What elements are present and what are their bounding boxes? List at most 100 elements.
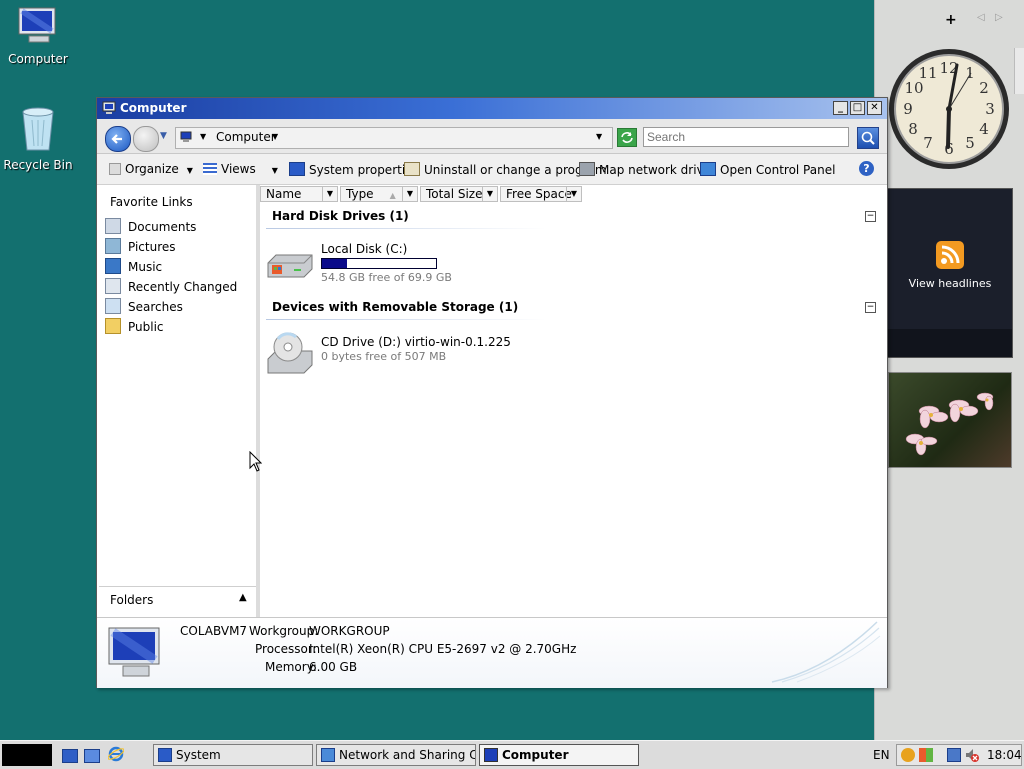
group-header[interactable]: Devices with Removable Storage (1) [272,300,518,314]
clock-number: 8 [908,120,918,138]
nav-item-searches[interactable]: Searches [105,298,183,314]
drive-item-d[interactable]: CD Drive (D:) virtio-win-0.1.225 0 bytes… [266,331,526,375]
nav-item-pictures[interactable]: Pictures [105,238,176,254]
processor-label: Processor: [255,642,317,656]
music-icon [105,258,121,274]
nav-item-public[interactable]: Public [105,318,164,334]
group-divider [266,228,546,229]
computer-breadcrumb-icon [180,130,194,144]
views-button[interactable]: Views ▼ [203,162,278,176]
language-indicator[interactable]: EN [873,748,890,762]
chevron-down-icon[interactable]: ▼ [402,187,417,201]
drive-usage-bar [321,258,437,269]
explorer-window: Computer _ □ ✕ ▼ ▼ Computer ▼ ▼ Organize… [96,97,888,688]
system-properties-button[interactable]: System properties [289,162,419,177]
column-header-name[interactable]: Name ▼ [260,186,338,202]
chevron-up-icon: ▲ [239,592,247,603]
forward-button[interactable] [133,126,159,152]
nav-item-music[interactable]: Music [105,258,162,274]
nav-item-documents[interactable]: Documents [105,218,196,234]
title-bar[interactable]: Computer _ □ ✕ [97,98,887,119]
organize-button[interactable]: Organize ▼ [109,162,193,176]
search-button[interactable] [857,127,879,149]
column-header-total-size[interactable]: Total Size ▼ [420,186,498,202]
feed-headlines-gadget[interactable]: View headlines [887,188,1013,358]
clock-number: 4 [979,120,989,138]
system-icon [158,748,172,762]
back-arrow-icon [111,134,122,144]
desktop-icon-recycle-bin[interactable]: Recycle Bin [0,106,76,172]
clock-time[interactable]: 18:04 [987,748,1022,762]
computer-large-icon [105,626,163,680]
address-bar-area: ▼ ▼ Computer ▼ ▼ [97,119,887,154]
minimize-button[interactable]: _ [833,101,848,115]
volume-muted-icon[interactable] [965,748,979,762]
drive-name: Local Disk (C:) [321,242,408,256]
group-header[interactable]: Hard Disk Drives (1) [272,209,409,223]
desktop-icon-computer[interactable]: Computer [0,6,76,66]
window-title: Computer [120,101,187,115]
recycle-bin-icon [18,106,58,152]
collapse-group-button[interactable]: − [865,302,876,313]
maximize-button[interactable]: □ [850,101,865,115]
taskbar: System Network and Sharing Cen... Comput… [0,740,1024,769]
column-header-type[interactable]: Type ▲ ▼ [340,186,418,202]
drive-item-c[interactable]: Local Disk (C:) 54.8 GB free of 69.9 GB [266,239,506,284]
prev-page-button[interactable]: ◁ [977,12,985,23]
collapse-group-button[interactable]: − [865,211,876,222]
nav-item-recently-changed[interactable]: Recently Changed [105,278,237,294]
uninstall-program-button[interactable]: Uninstall or change a program [404,162,607,177]
command-bar: Organize ▼ Views ▼ System properties Unins… [97,154,887,185]
switch-windows-icon[interactable] [84,749,100,763]
memory-value: 6.00 GB [309,660,358,674]
add-gadget-button[interactable]: + [945,12,957,28]
documents-icon [105,218,121,234]
next-page-button[interactable]: ▷ [995,12,1003,23]
breadcrumb-computer[interactable]: Computer [216,130,276,144]
search-input[interactable] [643,127,849,147]
slideshow-gadget[interactable] [888,372,1012,468]
map-network-drive-button[interactable]: Map network drive [579,162,711,177]
view-headlines-label: View headlines [908,277,992,290]
chevron-down-icon[interactable]: ▼ [482,187,497,201]
file-list: Name ▼ Type ▲ ▼ Total Size ▼ Free Space ▼ Har… [260,185,885,613]
back-button[interactable] [105,126,131,152]
recent-pages-chevron-icon[interactable]: ▼ [160,131,167,141]
clock-hour-hand [946,107,951,149]
workgroup-label: Workgroup: [249,624,319,638]
hard-drive-icon [266,249,314,279]
taskbar-item-computer[interactable]: Computer [479,744,639,766]
clock-number: 2 [979,79,989,97]
sort-up-icon: ▲ [389,191,396,200]
internet-explorer-icon[interactable] [107,746,125,762]
drive-free-space: 0 bytes free of 507 MB [321,350,447,363]
security-alert-icon[interactable] [901,748,915,762]
breadcrumb-chevron-icon[interactable]: ▼ [200,132,206,141]
clock-gadget[interactable]: 12 1 2 3 4 5 6 7 8 9 10 11 [887,47,1011,171]
address-box[interactable]: ▼ Computer ▼ ▼ [175,127,613,149]
breadcrumb-chevron-icon[interactable]: ▼ [272,132,278,141]
help-icon[interactable]: ? [859,161,874,176]
folders-toggle[interactable]: Folders ▲ [99,586,256,615]
windows-flag-icon[interactable] [919,748,933,762]
views-icon [203,163,217,175]
open-control-panel-button[interactable]: Open Control Panel [700,162,835,177]
chevron-down-icon[interactable]: ▼ [322,187,337,201]
workgroup-value: WORKGROUP [309,624,390,638]
taskbar-item-network-sharing[interactable]: Network and Sharing Cen... [316,744,476,766]
taskbar-item-system[interactable]: System [153,744,313,766]
sidebar-scrollbar[interactable] [1014,48,1024,94]
public-folder-icon [105,318,121,334]
close-button[interactable]: ✕ [867,101,882,115]
system-properties-icon [289,162,305,176]
column-header-free-space[interactable]: Free Space ▼ [500,186,582,202]
address-history-chevron-icon[interactable]: ▼ [596,132,602,141]
drive-usage-fill [322,259,347,268]
refresh-button[interactable] [617,128,637,147]
computer-icon [15,6,61,46]
start-button[interactable] [2,744,52,766]
show-desktop-icon[interactable] [62,749,78,763]
computer-small-icon [102,101,116,115]
network-tray-icon[interactable] [947,748,961,762]
chevron-down-icon[interactable]: ▼ [566,187,581,201]
